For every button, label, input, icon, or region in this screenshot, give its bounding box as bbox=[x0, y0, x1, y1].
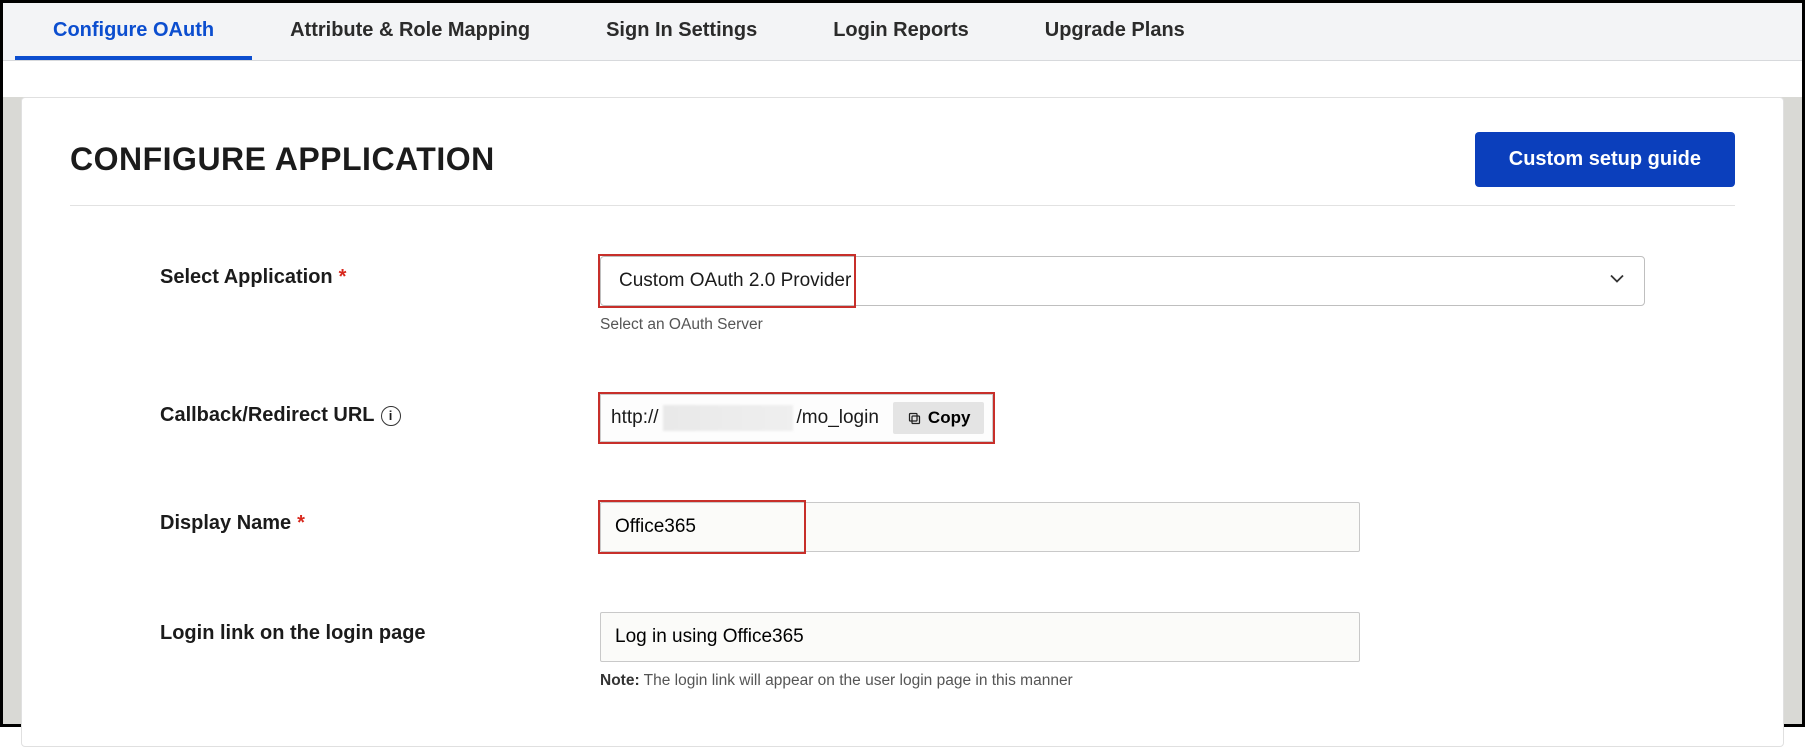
login-link-label: Login link on the login page bbox=[160, 612, 600, 645]
tab-upgrade-plans[interactable]: Upgrade Plans bbox=[1007, 3, 1223, 60]
copy-icon bbox=[907, 411, 922, 426]
tab-attribute-role-mapping[interactable]: Attribute & Role Mapping bbox=[252, 3, 568, 60]
select-application-label: Select Application* bbox=[160, 256, 600, 289]
login-link-input[interactable] bbox=[600, 612, 1360, 662]
custom-setup-guide-button[interactable]: Custom setup guide bbox=[1475, 132, 1735, 187]
display-name-label: Display Name* bbox=[160, 502, 600, 535]
callback-prefix: http:// bbox=[611, 407, 659, 429]
callback-url-label: Callback/Redirect URL i bbox=[160, 394, 600, 427]
select-application-value: Custom OAuth 2.0 Provider bbox=[619, 270, 851, 292]
tab-bar: Configure OAuth Attribute & Role Mapping… bbox=[3, 3, 1802, 61]
info-icon[interactable]: i bbox=[381, 406, 401, 426]
config-card: CONFIGURE APPLICATION Custom setup guide… bbox=[21, 97, 1784, 747]
select-application-dropdown[interactable]: Custom OAuth 2.0 Provider bbox=[600, 256, 1645, 306]
tab-sign-in-settings[interactable]: Sign In Settings bbox=[568, 3, 795, 60]
page-title: CONFIGURE APPLICATION bbox=[70, 141, 495, 178]
callback-url-box: http:// /mo_login Copy bbox=[600, 394, 993, 442]
login-link-note: Note: The login link will appear on the … bbox=[600, 672, 1645, 690]
copy-button[interactable]: Copy bbox=[893, 402, 985, 434]
display-name-input[interactable] bbox=[600, 502, 1360, 552]
select-application-hint: Select an OAuth Server bbox=[600, 316, 1645, 334]
callback-host-redacted bbox=[663, 405, 793, 431]
tab-login-reports[interactable]: Login Reports bbox=[795, 3, 1007, 60]
tab-configure-oauth[interactable]: Configure OAuth bbox=[15, 3, 252, 60]
callback-suffix: /mo_login bbox=[797, 407, 879, 429]
